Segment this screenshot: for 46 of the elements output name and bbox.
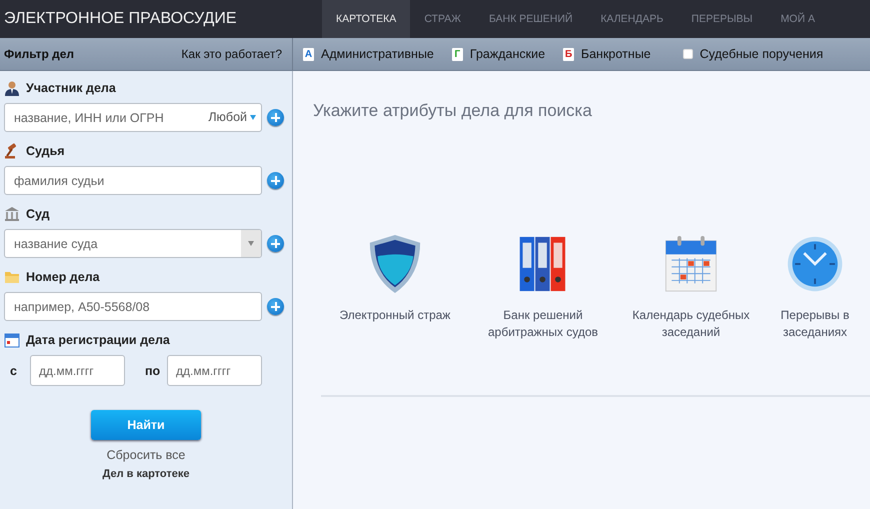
- input-field[interactable]: фамилия судьи: [4, 166, 262, 195]
- reset-link[interactable]: Сбросить все: [106, 448, 186, 462]
- building-icon: [4, 206, 20, 222]
- date-from-field[interactable]: дд.мм.гггг: [30, 355, 125, 386]
- case-type-icon: Г: [452, 48, 463, 60]
- add-icon[interactable]: [267, 172, 284, 189]
- case-type-icon: А: [303, 48, 314, 60]
- calendar-icon: [4, 332, 20, 348]
- search-prompt: Укажите атрибуты дела для поиска: [313, 101, 593, 121]
- date-to-label: по: [145, 364, 159, 378]
- dropdown-button[interactable]: [241, 230, 261, 257]
- add-icon[interactable]: [267, 298, 284, 315]
- date-from-label: с: [10, 364, 18, 378]
- field-label: Суд: [26, 207, 50, 221]
- date-to-field[interactable]: дд.мм.гггг: [167, 355, 262, 386]
- field-label: Номер дела: [26, 270, 100, 284]
- add-icon[interactable]: [267, 235, 284, 252]
- service-link[interactable]: Банк решений арбитражных судов: [483, 307, 603, 341]
- field-label: Участник дела: [26, 81, 116, 95]
- court-select[interactable]: название суда: [4, 229, 262, 258]
- case-type-link[interactable]: Административные: [321, 47, 434, 61]
- case-count-title: Дел в картотеке: [102, 468, 190, 480]
- person-icon: [4, 80, 20, 96]
- nav-tab[interactable]: СТРАЖ: [410, 0, 475, 38]
- case-type-icon: Б: [563, 48, 574, 60]
- checkbox[interactable]: [682, 49, 693, 59]
- site-title: ЭЛЕКТРОННОЕ ПРАВОСУДИЕ: [3, 9, 238, 29]
- service-link[interactable]: Календарь судебных заседаний: [626, 307, 756, 341]
- case-type-link[interactable]: Банкротные: [581, 47, 651, 61]
- role-dropdown[interactable]: Любой: [208, 110, 256, 124]
- nav-tab[interactable]: БАНК РЕШЕНИЙ: [474, 0, 587, 38]
- nav-tab[interactable]: КАЛЕНДАРЬ: [586, 0, 678, 38]
- filter-title: Фильтр дел: [4, 47, 74, 61]
- add-icon[interactable]: [267, 109, 284, 126]
- nav-tab[interactable]: ПЕРЕРЫВЫ: [677, 0, 767, 38]
- case-type-link[interactable]: Гражданские: [470, 47, 546, 61]
- field-label: Дата регистрации дела: [26, 333, 170, 347]
- help-link[interactable]: Как это работает?: [181, 47, 282, 61]
- service-link[interactable]: Перерывы в заседаниях: [777, 307, 853, 341]
- folder-icon: [4, 269, 20, 285]
- field-label: Судья: [26, 144, 65, 158]
- checkbox-label: Судебные поручения: [700, 47, 824, 61]
- nav-tab[interactable]: МОЙ А: [766, 0, 829, 38]
- input-field[interactable]: например, А50-5568/08: [4, 292, 262, 321]
- service-link[interactable]: Электронный страж: [340, 307, 450, 324]
- nav-tab[interactable]: КАРТОТЕКА: [322, 0, 410, 38]
